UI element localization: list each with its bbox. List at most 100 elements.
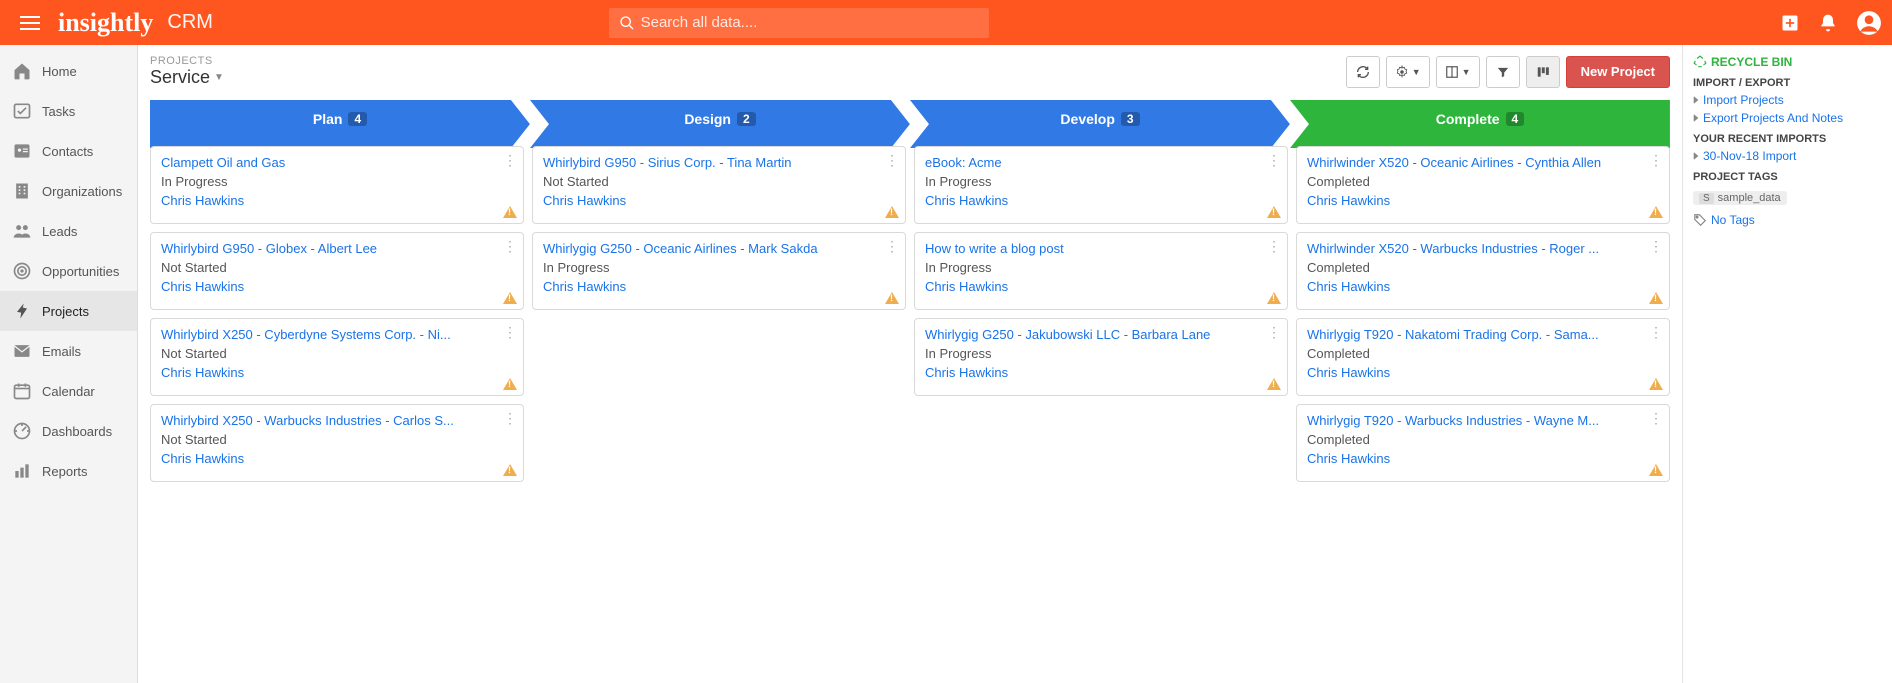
sidebar-item-emails[interactable]: Emails (0, 331, 137, 371)
stage-design[interactable]: Design2 (530, 100, 910, 138)
sidebar-item-calendar[interactable]: Calendar (0, 371, 137, 411)
card-owner-link[interactable]: Chris Hawkins (925, 365, 1277, 380)
card-owner-link[interactable]: Chris Hawkins (543, 193, 895, 208)
sidebar-item-contacts[interactable]: Contacts (0, 131, 137, 171)
sidebar-item-tasks[interactable]: Tasks (0, 91, 137, 131)
card-title-link[interactable]: Whirlygig G250 - Oceanic Airlines - Mark… (543, 241, 881, 256)
settings-dropdown-button[interactable]: ▼ (1386, 56, 1430, 88)
card-status-label: Completed (1307, 346, 1659, 361)
card-menu-button[interactable]: ⋮ (1267, 153, 1281, 167)
breadcrumb: PROJECTS (150, 55, 224, 67)
tag-sample-data[interactable]: S sample_data (1693, 191, 1787, 205)
card-owner-link[interactable]: Chris Hawkins (161, 365, 513, 380)
card-menu-button[interactable]: ⋮ (1649, 411, 1663, 425)
card-owner-link[interactable]: Chris Hawkins (1307, 193, 1659, 208)
card-menu-button[interactable]: ⋮ (503, 239, 517, 253)
export-projects-link[interactable]: Export Projects And Notes (1693, 111, 1882, 125)
card-menu-button[interactable]: ⋮ (1649, 325, 1663, 339)
card-owner-link[interactable]: Chris Hawkins (925, 193, 1277, 208)
card-title-link[interactable]: Whirlwinder X520 - Oceanic Airlines - Cy… (1307, 155, 1645, 170)
stage-complete[interactable]: Complete4 (1290, 100, 1670, 138)
recent-import-label: 30-Nov-18 Import (1703, 149, 1796, 163)
sidebar-item-reports[interactable]: Reports (0, 451, 137, 491)
arrow-right-icon (1694, 152, 1699, 160)
filter-button[interactable] (1486, 56, 1520, 88)
card-title-link[interactable]: Whirlygig T920 - Nakatomi Trading Corp. … (1307, 327, 1645, 342)
warning-icon (503, 378, 517, 390)
stage-label: Develop (1060, 111, 1114, 127)
project-card[interactable]: ⋮ Whirlybird G950 - Sirius Corp. - Tina M… (532, 146, 906, 224)
card-menu-button[interactable]: ⋮ (503, 153, 517, 167)
sidebar-item-opportunities[interactable]: Opportunities (0, 251, 137, 291)
card-menu-button[interactable]: ⋮ (1649, 153, 1663, 167)
sidebar-item-leads[interactable]: Leads (0, 211, 137, 251)
card-owner-link[interactable]: Chris Hawkins (161, 279, 513, 294)
sidebar-item-dashboards[interactable]: Dashboards (0, 411, 137, 451)
card-title-link[interactable]: Clampett Oil and Gas (161, 155, 499, 170)
sidebar-item-projects[interactable]: Projects (0, 291, 137, 331)
chevron-down-icon: ▼ (214, 72, 224, 83)
card-title-link[interactable]: Whirlybird G950 - Sirius Corp. - Tina Ma… (543, 155, 881, 170)
organizations-icon (12, 181, 36, 201)
card-owner-link[interactable]: Chris Hawkins (161, 193, 513, 208)
logo: insightly (58, 8, 153, 38)
no-tags-link[interactable]: No Tags (1693, 213, 1882, 227)
project-card[interactable]: ⋮Whirlybird G950 - Globex - Albert LeeNo… (150, 232, 524, 310)
search-input[interactable] (609, 8, 989, 38)
recent-import-link[interactable]: 30-Nov-18 Import (1693, 149, 1882, 163)
layout-dropdown-button[interactable]: ▼ (1436, 56, 1480, 88)
card-owner-link[interactable]: Chris Hawkins (543, 279, 895, 294)
card-title-link[interactable]: Whirlybird X250 - Cyberdyne Systems Corp… (161, 327, 499, 342)
hamburger-menu-button[interactable] (10, 12, 50, 34)
project-card[interactable]: ⋮Clampett Oil and GasIn ProgressChris Ha… (150, 146, 524, 224)
card-title-link[interactable]: Whirlwinder X520 - Warbucks Industries -… (1307, 241, 1645, 256)
card-owner-link[interactable]: Chris Hawkins (1307, 365, 1659, 380)
recycle-bin-link[interactable]: RECYCLE BIN (1693, 55, 1882, 69)
card-title-link[interactable]: eBook: Acme (925, 155, 1263, 170)
card-menu-button[interactable]: ⋮ (885, 153, 899, 167)
card-menu-button[interactable]: ⋮ (885, 239, 899, 253)
stage-develop[interactable]: Develop3 (910, 100, 1290, 138)
project-card[interactable]: ⋮ Whirlybird X250 - Warbucks Industries -… (150, 404, 524, 482)
project-card[interactable]: ⋮ Whirlygig G250 - Oceanic Airlines - Mar… (532, 232, 906, 310)
tag-icon (1693, 213, 1707, 227)
card-menu-button[interactable]: ⋮ (1649, 239, 1663, 253)
project-card[interactable]: ⋮ Whirlygig G250 - Jakubowski LLC - Barba… (914, 318, 1288, 396)
project-card[interactable]: ⋮eBook: AcmeIn ProgressChris Hawkins (914, 146, 1288, 224)
card-title-link[interactable]: Whirlygig T920 - Warbucks Industries - W… (1307, 413, 1645, 428)
card-menu-button[interactable]: ⋮ (503, 411, 517, 425)
card-title-link[interactable]: Whirlybird G950 - Globex - Albert Lee (161, 241, 499, 256)
add-new-button[interactable] (1780, 13, 1800, 33)
view-selector[interactable]: Service ▼ (150, 67, 224, 88)
card-title-link[interactable]: Whirlybird X250 - Warbucks Industries - … (161, 413, 499, 428)
card-title-link[interactable]: Whirlygig G250 - Jakubowski LLC - Barbar… (925, 327, 1263, 342)
emails-icon (12, 341, 36, 361)
sidebar-item-organizations[interactable]: Organizations (0, 171, 137, 211)
import-export-title: IMPORT / EXPORT (1693, 77, 1882, 89)
refresh-button[interactable] (1346, 56, 1380, 88)
card-owner-link[interactable]: Chris Hawkins (161, 451, 513, 466)
project-card[interactable]: ⋮How to write a blog postIn ProgressChri… (914, 232, 1288, 310)
card-owner-link[interactable]: Chris Hawkins (1307, 279, 1659, 294)
user-avatar-button[interactable] (1856, 10, 1882, 36)
project-card[interactable]: ⋮ Whirlwinder X520 - Oceanic Airlines - C… (1296, 146, 1670, 224)
project-card[interactable]: ⋮ Whirlybird X250 - Cyberdyne Systems Cor… (150, 318, 524, 396)
card-menu-button[interactable]: ⋮ (1267, 239, 1281, 253)
kanban-view-button[interactable] (1526, 56, 1560, 88)
card-menu-button[interactable]: ⋮ (503, 325, 517, 339)
stage-plan[interactable]: Plan4 (150, 100, 530, 138)
notifications-button[interactable] (1818, 13, 1838, 33)
card-owner-link[interactable]: Chris Hawkins (925, 279, 1277, 294)
import-projects-link[interactable]: Import Projects (1693, 93, 1882, 107)
project-card[interactable]: ⋮ Whirlygig T920 - Nakatomi Trading Corp.… (1296, 318, 1670, 396)
new-project-button[interactable]: New Project (1566, 56, 1670, 88)
sidebar-item-home[interactable]: Home (0, 51, 137, 91)
card-title-link[interactable]: How to write a blog post (925, 241, 1263, 256)
card-owner-link[interactable]: Chris Hawkins (1307, 451, 1659, 466)
sidebar-item-label: Leads (42, 224, 125, 239)
card-menu-button[interactable]: ⋮ (1267, 325, 1281, 339)
project-card[interactable]: ⋮ Whirlwinder X520 - Warbucks Industries … (1296, 232, 1670, 310)
project-card[interactable]: ⋮ Whirlygig T920 - Warbucks Industries - … (1296, 404, 1670, 482)
calendar-icon (12, 381, 36, 401)
sidebar-item-label: Dashboards (42, 424, 125, 439)
